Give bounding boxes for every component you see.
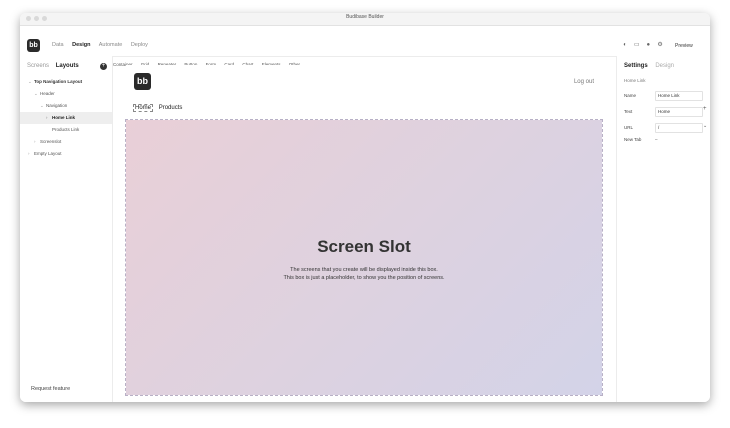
screen-slot-description: The screens that you create will be disp… (126, 266, 602, 282)
github-icon[interactable]: ● (643, 42, 653, 48)
top-bar: bb Data Design Automate Deploy ◐ ▭ ● ⚙ P… (20, 26, 710, 57)
top-icons: ◐ ▭ ● ⚙ (620, 41, 665, 48)
prop-label-name: Name (624, 93, 637, 98)
tree-item-label: Products Link (52, 127, 80, 132)
right-tabs: Settings Design (624, 63, 674, 69)
app-logo[interactable]: bb (134, 73, 151, 90)
text-field[interactable]: Home (655, 107, 703, 117)
tree-item-navigation[interactable]: ⌄ Navigation (20, 100, 112, 112)
add-binding-icon[interactable]: + (703, 106, 707, 112)
app-nav: Home Products (132, 104, 183, 112)
nav-automate[interactable]: Automate (99, 42, 123, 48)
nav-home-link[interactable]: Home (132, 104, 154, 112)
tree-item-label: Navigation (46, 103, 68, 108)
right-panel: Settings Design Home Link Name Home Link… (616, 56, 710, 402)
screen-slot-text-1: The screens that you create will be disp… (290, 267, 438, 273)
name-field[interactable]: Home Link (655, 91, 703, 101)
tab-design[interactable]: Design (655, 63, 674, 69)
prop-label-url: URL (624, 125, 634, 130)
theme-icon[interactable]: ◐ (620, 42, 630, 48)
window-title: Budibase Builder (346, 14, 384, 20)
tree-item-label: Empty Layout (34, 151, 62, 156)
tree-item-empty-layout[interactable]: › Empty Layout (20, 148, 112, 160)
app-header: bb Log out Home Products (126, 65, 602, 120)
tree-item-products-link[interactable]: Products Link (20, 124, 112, 136)
app-window: Budibase Builder bb Data Design Automate… (20, 13, 710, 402)
add-layout-button[interactable]: + (100, 63, 107, 70)
tree-item-home-link[interactable]: › Home Link (20, 112, 112, 124)
screen-slot-text-2: This box is just a placeholder, to show … (283, 275, 445, 281)
tree-item-label: Header (40, 91, 55, 96)
tree-item-screenslot[interactable]: › Screenslot (20, 136, 112, 148)
budibase-logo: bb (27, 39, 40, 52)
nav-data[interactable]: Data (52, 42, 64, 48)
tab-settings[interactable]: Settings (624, 63, 648, 69)
top-nav: Data Design Automate Deploy (52, 42, 155, 48)
tab-screens[interactable]: Screens (27, 63, 49, 69)
nav-products-link[interactable]: Products (159, 105, 183, 111)
settings-icon[interactable]: ⚙ (655, 41, 665, 48)
screen-slot-title: Screen Slot (317, 237, 411, 256)
tree-item-top-navigation-layout[interactable]: ⌄ Top Navigation Layout (20, 76, 112, 88)
logout-link[interactable]: Log out (574, 79, 594, 85)
tab-layouts[interactable]: Layouts (56, 63, 79, 69)
chat-icon[interactable]: ▭ (632, 41, 642, 48)
prop-label-new-tab: New Tab (624, 137, 642, 142)
preview-button[interactable]: Preview (675, 43, 693, 49)
tree-item-label: Home Link (52, 115, 76, 120)
tree-item-header[interactable]: ⌄ Header (20, 88, 112, 100)
screen-slot[interactable]: Screen Slot The screens that you create … (125, 119, 603, 396)
left-tabs: Screens Layouts (27, 63, 79, 69)
tree-item-label: Screenslot (40, 139, 62, 144)
nav-deploy[interactable]: Deploy (131, 42, 148, 48)
new-tab-toggle[interactable]: – (655, 137, 658, 142)
request-feature-link[interactable]: Request feature (31, 386, 70, 392)
preview-canvas: bb Log out Home Products Screen Slot The… (125, 65, 603, 396)
nav-design[interactable]: Design (72, 42, 90, 48)
left-panel: Screens Layouts + ⌄ Top Navigation Layout… (20, 56, 113, 402)
url-select[interactable]: / (655, 123, 703, 133)
selected-component-label: Home Link (624, 78, 646, 83)
prop-label-text: Text (624, 109, 633, 114)
tree-item-label: Top Navigation Layout (34, 79, 83, 84)
layout-tree: ⌄ Top Navigation Layout ⌄ Header ⌄ Navigati… (20, 76, 112, 160)
title-bar: Budibase Builder (20, 13, 710, 26)
chevron-down-icon[interactable]: ⌄ (703, 123, 707, 129)
